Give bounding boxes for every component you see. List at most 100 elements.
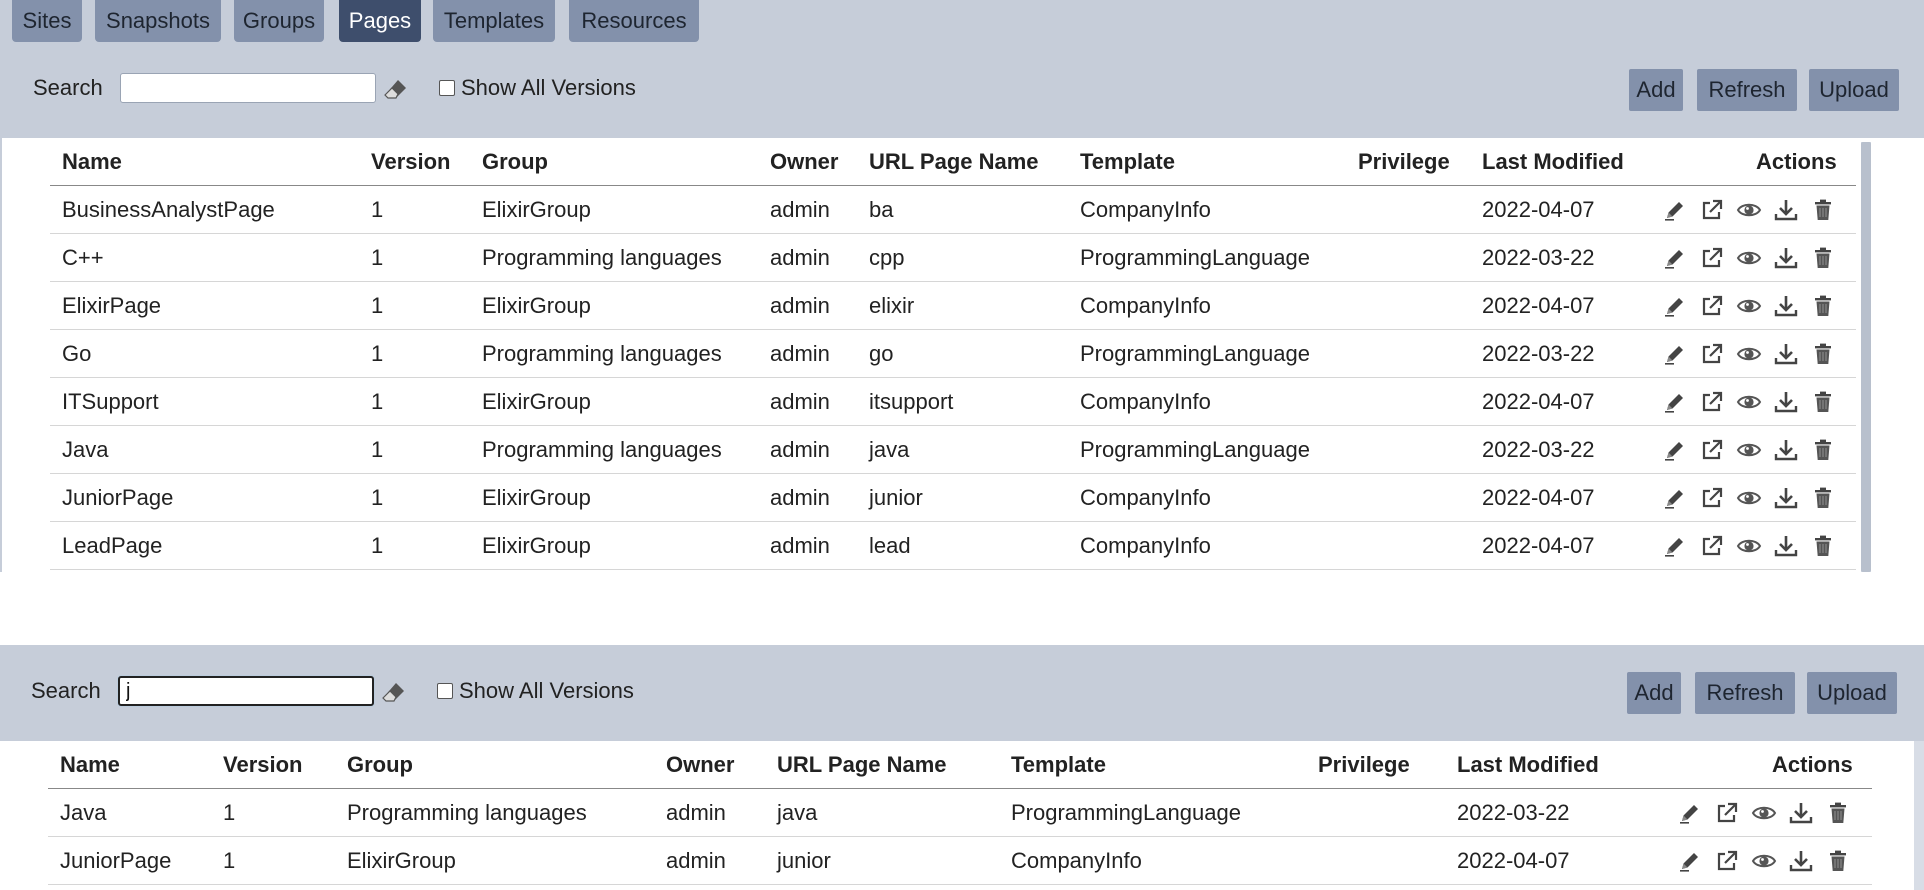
pencil-icon[interactable]: [1662, 437, 1688, 463]
pencil-icon[interactable]: [1662, 341, 1688, 367]
download-icon[interactable]: [1773, 437, 1799, 463]
eraser-icon[interactable]: [384, 77, 408, 101]
column-header-group[interactable]: Group: [482, 147, 548, 177]
show-all-versions-checkbox[interactable]: [439, 80, 455, 96]
search-label: Search: [31, 678, 101, 703]
eye-icon[interactable]: [1736, 293, 1762, 319]
vertical-scrollbar[interactable]: [1861, 142, 1871, 572]
pencil-icon[interactable]: [1677, 800, 1703, 826]
eye-icon[interactable]: [1736, 341, 1762, 367]
external-link-icon[interactable]: [1699, 293, 1725, 319]
tab-groups[interactable]: Groups: [234, 0, 324, 42]
download-icon[interactable]: [1788, 848, 1814, 874]
table-row[interactable]: JuniorPage 1 ElixirGroup admin junior Company…: [50, 474, 1856, 522]
pencil-icon[interactable]: [1662, 533, 1688, 559]
trash-icon[interactable]: [1810, 485, 1836, 511]
external-link-icon[interactable]: [1699, 437, 1725, 463]
download-icon[interactable]: [1773, 389, 1799, 415]
table-row[interactable]: LeadPage 1 ElixirGroup admin lead CompanyInfo…: [50, 522, 1856, 570]
eye-icon[interactable]: [1736, 437, 1762, 463]
cell-last-modified: 2022-03-22: [1482, 341, 1595, 366]
trash-icon[interactable]: [1810, 341, 1836, 367]
external-link-icon[interactable]: [1699, 389, 1725, 415]
table-row[interactable]: BusinessAnalystPage 1 ElixirGroup admin ba Co…: [50, 186, 1856, 234]
tab-sites[interactable]: Sites: [12, 0, 82, 42]
trash-icon[interactable]: [1810, 197, 1836, 223]
trash-icon[interactable]: [1825, 800, 1851, 826]
vertical-scrollbar[interactable]: [1914, 741, 1924, 890]
external-link-icon[interactable]: [1699, 245, 1725, 271]
refresh-button[interactable]: Refresh: [1695, 672, 1795, 714]
external-link-icon[interactable]: [1714, 848, 1740, 874]
eye-icon[interactable]: [1736, 245, 1762, 271]
column-header-url-page-name[interactable]: URL Page Name: [869, 147, 1039, 177]
download-icon[interactable]: [1773, 533, 1799, 559]
eye-icon[interactable]: [1736, 485, 1762, 511]
search-input[interactable]: [118, 676, 374, 706]
table-row[interactable]: Java 1 Programming languages admin java Progr…: [48, 789, 1872, 837]
column-header-url-page-name[interactable]: URL Page Name: [777, 750, 947, 780]
trash-icon[interactable]: [1810, 389, 1836, 415]
column-header-group[interactable]: Group: [347, 750, 413, 780]
download-icon[interactable]: [1788, 800, 1814, 826]
column-header-last-modified[interactable]: Last Modified: [1482, 147, 1624, 177]
table-row[interactable]: ITSupport 1 ElixirGroup admin itsupport Compa…: [50, 378, 1856, 426]
tab-pages[interactable]: Pages: [339, 0, 421, 42]
pencil-icon[interactable]: [1662, 197, 1688, 223]
column-header-owner[interactable]: Owner: [666, 750, 734, 780]
column-header-privilege[interactable]: Privilege: [1358, 147, 1450, 177]
download-icon[interactable]: [1773, 341, 1799, 367]
trash-icon[interactable]: [1825, 848, 1851, 874]
column-header-privilege[interactable]: Privilege: [1318, 750, 1410, 780]
scrollbar-thumb[interactable]: [1861, 142, 1871, 572]
column-header-last-modified[interactable]: Last Modified: [1457, 750, 1599, 780]
upload-button[interactable]: Upload: [1807, 672, 1897, 714]
search-input[interactable]: [120, 73, 376, 103]
table-row[interactable]: Go 1 Programming languages admin go Programmi…: [50, 330, 1856, 378]
external-link-icon[interactable]: [1699, 197, 1725, 223]
download-icon[interactable]: [1773, 485, 1799, 511]
cell-group: Programming languages: [482, 341, 722, 366]
refresh-button[interactable]: Refresh: [1697, 69, 1797, 111]
trash-icon[interactable]: [1810, 293, 1836, 319]
trash-icon[interactable]: [1810, 533, 1836, 559]
column-header-version[interactable]: Version: [223, 750, 302, 780]
pencil-icon[interactable]: [1662, 389, 1688, 415]
tab-resources[interactable]: Resources: [569, 0, 699, 42]
tab-snapshots[interactable]: Snapshots: [95, 0, 221, 42]
external-link-icon[interactable]: [1699, 341, 1725, 367]
column-header-template[interactable]: Template: [1011, 750, 1106, 780]
external-link-icon[interactable]: [1699, 533, 1725, 559]
external-link-icon[interactable]: [1714, 800, 1740, 826]
download-icon[interactable]: [1773, 293, 1799, 319]
add-button[interactable]: Add: [1627, 672, 1681, 714]
eye-icon[interactable]: [1751, 848, 1777, 874]
external-link-icon[interactable]: [1699, 485, 1725, 511]
column-header-version[interactable]: Version: [371, 147, 450, 177]
show-all-versions-checkbox[interactable]: [437, 683, 453, 699]
eye-icon[interactable]: [1751, 800, 1777, 826]
column-header-name[interactable]: Name: [62, 147, 122, 177]
column-header-name[interactable]: Name: [60, 750, 120, 780]
table-row[interactable]: ElixirPage 1 ElixirGroup admin elixir Company…: [50, 282, 1856, 330]
eraser-icon[interactable]: [382, 680, 406, 704]
trash-icon[interactable]: [1810, 245, 1836, 271]
table-row[interactable]: C++ 1 Programming languages admin cpp Program…: [50, 234, 1856, 282]
upload-button[interactable]: Upload: [1809, 69, 1899, 111]
tab-templates[interactable]: Templates: [433, 0, 555, 42]
column-header-template[interactable]: Template: [1080, 147, 1175, 177]
eye-icon[interactable]: [1736, 197, 1762, 223]
table-row[interactable]: JuniorPage 1 ElixirGroup admin junior Company…: [48, 837, 1872, 885]
pencil-icon[interactable]: [1662, 485, 1688, 511]
add-button[interactable]: Add: [1629, 69, 1683, 111]
download-icon[interactable]: [1773, 245, 1799, 271]
table-row[interactable]: Java 1 Programming languages admin java Progr…: [50, 426, 1856, 474]
pencil-icon[interactable]: [1677, 848, 1703, 874]
download-icon[interactable]: [1773, 197, 1799, 223]
column-header-owner[interactable]: Owner: [770, 147, 838, 177]
trash-icon[interactable]: [1810, 437, 1836, 463]
pencil-icon[interactable]: [1662, 245, 1688, 271]
pencil-icon[interactable]: [1662, 293, 1688, 319]
eye-icon[interactable]: [1736, 389, 1762, 415]
eye-icon[interactable]: [1736, 533, 1762, 559]
